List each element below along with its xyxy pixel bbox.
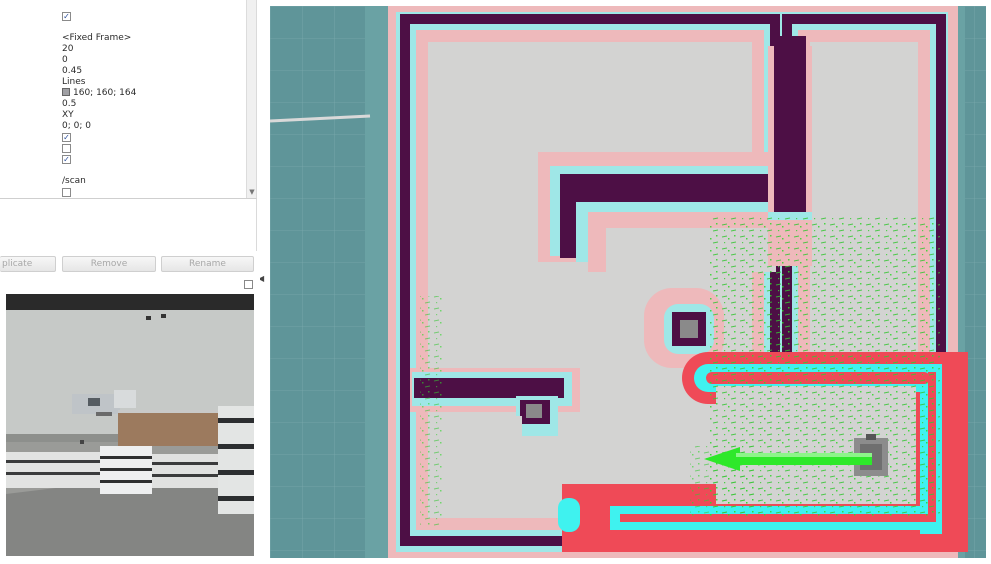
property-plane[interactable]: XY	[62, 110, 74, 121]
property-checkbox-2[interactable]: ✓	[62, 133, 71, 142]
property-checkbox-5[interactable]	[62, 188, 71, 197]
undock-button[interactable]	[244, 280, 253, 289]
property-fixed-frame[interactable]: <Fixed Frame>	[62, 33, 131, 44]
camera-image	[6, 294, 254, 556]
display-button-row: plicate Remove Rename	[0, 253, 260, 275]
rename-button[interactable]: Rename	[161, 256, 254, 272]
display-properties-panel: ✓ <Fixed Frame> 20 0 0.45 Lines 160; 160…	[0, 0, 257, 199]
duplicate-button[interactable]: plicate	[0, 256, 56, 272]
display-description-area	[0, 199, 257, 251]
property-color-value: 160; 160; 164	[73, 88, 137, 98]
property-checkbox-1[interactable]: ✓	[62, 12, 71, 21]
property-checkbox-3[interactable]	[62, 144, 71, 153]
property-offset[interactable]: 0; 0; 0	[62, 121, 91, 132]
property-line-style[interactable]: Lines	[62, 77, 85, 88]
property-value[interactable]: 20	[62, 44, 73, 55]
property-value[interactable]: 0	[62, 55, 68, 66]
property-color[interactable]: 160; 160; 164	[62, 88, 136, 99]
property-value[interactable]: 0.5	[62, 99, 76, 110]
color-swatch	[62, 88, 70, 96]
camera-panel-header	[0, 278, 260, 292]
map-view[interactable]	[270, 6, 986, 558]
left-panel: ✓ <Fixed Frame> 20 0 0.45 Lines 160; 160…	[0, 0, 268, 564]
property-value[interactable]: 0.45	[62, 66, 82, 77]
properties-scrollbar[interactable]: ▼	[246, 0, 256, 198]
property-checkbox-4[interactable]: ✓	[62, 155, 71, 164]
property-topic[interactable]: /scan	[62, 176, 86, 187]
scroll-down-icon[interactable]: ▼	[247, 188, 256, 196]
remove-button[interactable]: Remove	[62, 256, 156, 272]
